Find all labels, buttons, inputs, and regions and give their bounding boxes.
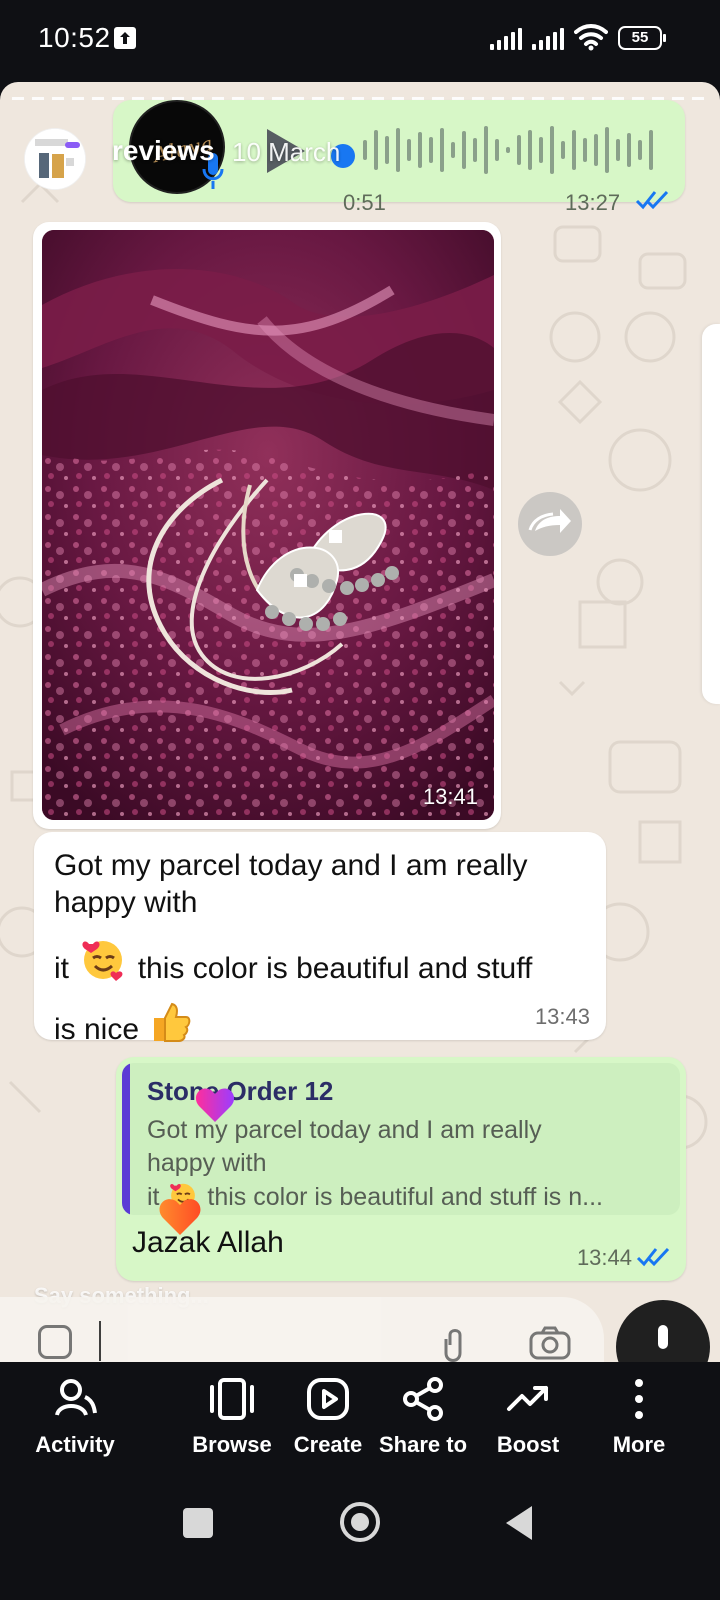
incoming-time: 13:43 xyxy=(534,1004,590,1029)
more-label: More xyxy=(612,1432,666,1457)
upload-arrow-icon xyxy=(114,27,136,49)
reply-time: 13:44 xyxy=(576,1245,632,1270)
message-text-fragment: it xyxy=(54,952,69,985)
incoming-message[interactable]: Got my parcel today and I am really happ… xyxy=(34,832,606,1046)
image-time: 13:41 xyxy=(422,784,478,809)
orange-heart-sticker-icon xyxy=(159,1199,201,1235)
sticker-icon[interactable] xyxy=(38,1325,72,1359)
create-label: Create xyxy=(293,1432,363,1457)
double-check-icon xyxy=(635,190,669,210)
forward-icon xyxy=(528,509,571,533)
browse-label: Browse xyxy=(192,1432,272,1457)
thumbs-up-emoji-icon xyxy=(154,1002,191,1042)
share-icon xyxy=(403,1377,443,1421)
message-line: happy with xyxy=(54,886,198,919)
back-icon[interactable] xyxy=(506,1506,532,1540)
android-navigation-bar xyxy=(0,1472,720,1600)
status-time: 10:52 xyxy=(38,22,111,53)
recent-apps-icon[interactable] xyxy=(183,1508,213,1538)
create-button[interactable]: Create xyxy=(282,1362,374,1472)
activity-label: Activity xyxy=(35,1432,115,1457)
fabric-jewelry-photo[interactable]: 13:41 xyxy=(42,230,494,820)
purple-heart-sticker-icon xyxy=(195,1088,235,1122)
audio-time: 13:27 xyxy=(565,190,621,215)
browse-button[interactable]: Browse xyxy=(184,1362,280,1472)
quoted-text-fragment: this color is beautiful and stuff is n..… xyxy=(207,1183,603,1211)
more-icon xyxy=(635,1379,643,1419)
message-text-fragment: this color is beautiful and stuff xyxy=(137,952,533,985)
battery-indicator: 55 xyxy=(618,26,666,50)
activity-icon xyxy=(55,1379,97,1416)
signal-icon xyxy=(490,28,524,50)
message-line: it this color is beautiful and stuff xyxy=(54,935,590,987)
quoted-line: it this color is beautiful and stuff is … xyxy=(147,1180,662,1214)
forward-button[interactable] xyxy=(518,492,582,556)
boost-icon xyxy=(507,1386,548,1411)
boost-label: Boost xyxy=(496,1432,560,1457)
post-header[interactable]: reviews 10 March xyxy=(24,128,354,190)
image-message[interactable]: 13:41 xyxy=(33,222,501,829)
share-to-button[interactable]: Share to xyxy=(370,1362,476,1472)
quote-accent-bar xyxy=(122,1063,130,1215)
incoming-message-text: Got my parcel today and I am really happ… xyxy=(54,847,590,1048)
post-date: 10 March xyxy=(232,137,341,167)
quoted-line: happy with xyxy=(147,1149,267,1177)
microphone-icon xyxy=(658,1325,668,1349)
boost-button[interactable]: Boost xyxy=(482,1362,574,1472)
post-title: reviews xyxy=(112,135,215,166)
double-check-icon xyxy=(636,1247,670,1267)
more-button[interactable]: More xyxy=(590,1362,688,1472)
quoted-contact-name: Stone Order 12 xyxy=(147,1076,334,1106)
post-avatar[interactable] xyxy=(24,128,86,190)
story-screenshot: Alaya 0:51 13:27 reviews 10 March 13:41 … xyxy=(0,82,720,1362)
story-action-toolbar: Activity Browse Create Share to Boost Mo… xyxy=(0,1362,720,1472)
activity-button[interactable]: Activity xyxy=(26,1362,124,1472)
create-icon xyxy=(307,1378,349,1420)
status-bar: 10:52 55 xyxy=(0,0,720,80)
wifi-icon xyxy=(574,24,608,51)
audio-duration: 0:51 xyxy=(343,190,386,215)
message-line: Got my parcel today and I am really xyxy=(54,849,528,882)
comment-composer[interactable] xyxy=(0,1297,604,1362)
side-panel xyxy=(702,324,720,704)
camera-icon[interactable] xyxy=(528,1325,572,1361)
text-cursor xyxy=(99,1321,101,1361)
audio-waveform xyxy=(363,126,653,174)
reply-message-text: Jazak Allah xyxy=(132,1226,284,1259)
message-text-fragment: is nice xyxy=(54,1013,140,1046)
browse-icon xyxy=(210,1378,254,1420)
message-line: is nice xyxy=(54,1000,590,1048)
smiling-hearts-emoji-icon xyxy=(82,941,123,981)
quoted-message-text: Got my parcel today and I am really happ… xyxy=(147,1114,662,1214)
signal-icon xyxy=(532,28,566,50)
share-to-label: Share to xyxy=(378,1432,468,1457)
home-icon[interactable] xyxy=(340,1502,380,1542)
attachment-icon[interactable] xyxy=(438,1325,472,1362)
